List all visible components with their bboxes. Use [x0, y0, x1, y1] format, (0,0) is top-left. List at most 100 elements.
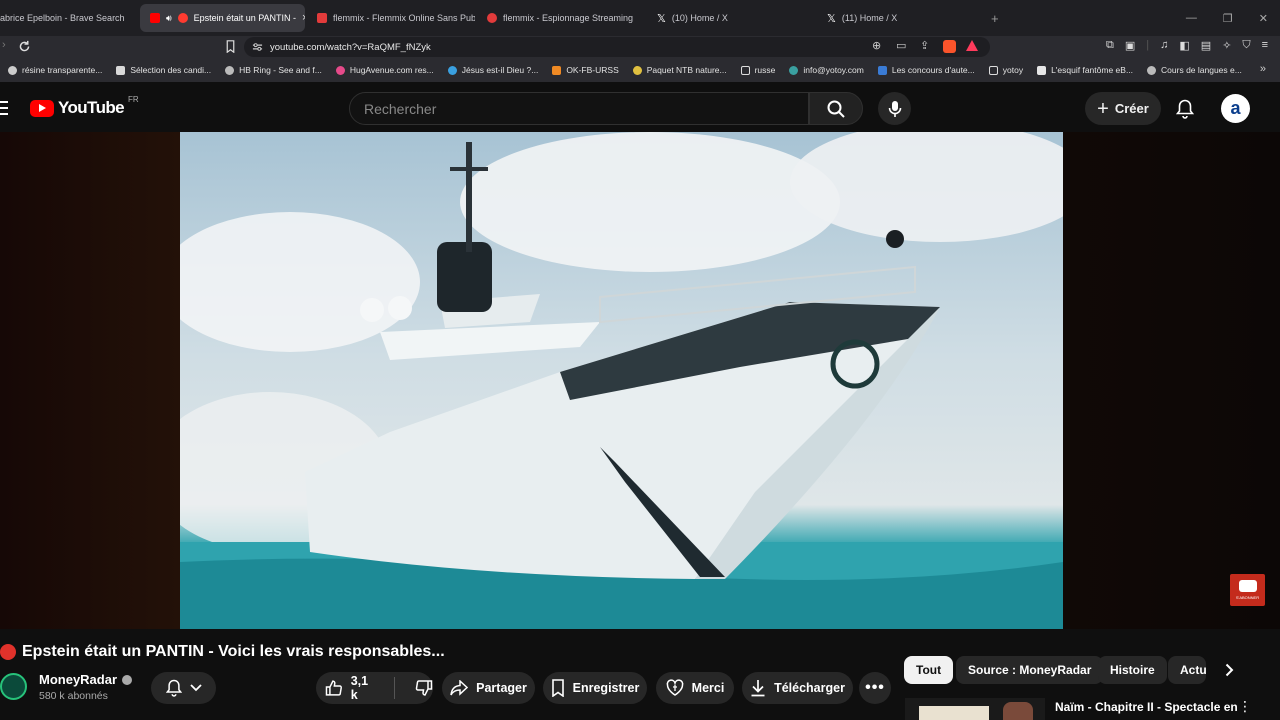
filter-chip-news[interactable]: Actu	[1168, 656, 1206, 684]
tab-brave-search[interactable]: abrice Epelboin - Brave Search	[0, 4, 138, 32]
subscribe-watermark[interactable]: S'ABONNER	[1230, 574, 1265, 606]
bookmark-label: Jésus est-il Dieu ?...	[461, 65, 539, 75]
brave-shields-icon[interactable]	[943, 40, 956, 53]
reader-icon[interactable]: ▣	[1125, 39, 1135, 52]
bookmark-item[interactable]: L'esquif fantôme eB...	[1037, 65, 1133, 75]
tab-x-home-10[interactable]: 𝕏 (10) Home / X	[647, 4, 815, 32]
vpn-icon[interactable]: ⛉	[1242, 39, 1250, 52]
like-button[interactable]: 3,1 k	[325, 674, 378, 702]
info-icon	[447, 65, 457, 75]
extensions-icon[interactable]: ⧉	[1106, 39, 1114, 52]
create-button[interactable]: + Créer	[1085, 92, 1161, 125]
navigation-bar: › youtube.com/watch?v=RaQMF_fNZyk ⊕ ▭ ⇪ …	[0, 36, 1280, 58]
bookmark-item[interactable]: info@yotoy.com	[789, 65, 864, 75]
filter-chip-history[interactable]: Histoire	[1098, 656, 1167, 684]
search-button[interactable]	[809, 92, 863, 125]
filter-chip-all[interactable]: Tout	[904, 656, 954, 684]
share-button[interactable]: Partager	[442, 672, 535, 704]
chip-label: Source : MoneyRadar	[968, 663, 1092, 677]
zoom-icon[interactable]: ⊕	[872, 39, 881, 52]
bookmark-item[interactable]: OK-FB-URSS	[552, 65, 619, 75]
globe-icon	[1147, 65, 1157, 75]
tab-label: flemmix - Espionnage Streaming	[503, 13, 634, 23]
cast-icon[interactable]: ▭	[896, 39, 906, 52]
more-actions-button[interactable]: •••	[859, 672, 891, 704]
hamburger-menu-icon[interactable]	[0, 101, 8, 115]
download-button[interactable]: Télécharger	[742, 672, 853, 704]
tab-flemmix-espionnage[interactable]: flemmix - Espionnage Streaming	[477, 4, 645, 32]
bookmark-item[interactable]: Paquet NTB nature...	[632, 65, 727, 75]
site-settings-icon[interactable]	[252, 42, 263, 52]
close-tab-icon[interactable]: ×	[302, 12, 305, 24]
thumbs-up-icon	[325, 680, 342, 696]
account-avatar[interactable]: a	[1221, 94, 1250, 123]
bookmark-label: HB Ring - See and f...	[239, 65, 322, 75]
channel-name[interactable]: MoneyRadar	[39, 672, 133, 687]
bookmark-item[interactable]: Jésus est-il Dieu ?...	[447, 65, 539, 75]
search-input[interactable]: Rechercher	[349, 92, 809, 125]
youtube-favicon-icon	[150, 13, 160, 23]
thanks-label: Merci	[691, 681, 725, 695]
bookmarks-bar: résine transparente... Sélection des can…	[0, 58, 1280, 82]
sidebar-icon[interactable]: ◧	[1179, 39, 1189, 52]
thumbnail-title-art	[919, 706, 989, 720]
close-window-icon[interactable]: ✕	[1259, 12, 1268, 25]
chips-next-button[interactable]	[1214, 656, 1244, 684]
bookmark-folder[interactable]: russe	[740, 65, 775, 75]
share-page-icon[interactable]: ⇪	[920, 39, 929, 52]
browser-menu-icon[interactable]: ≡	[1262, 39, 1268, 52]
subscription-bell-button[interactable]	[151, 672, 216, 704]
media-icon[interactable]: ♫	[1160, 39, 1168, 52]
youtube-logo[interactable]: YouTube FR	[30, 95, 139, 118]
tab-flemmix-online[interactable]: flemmix - Flemmix Online Sans Publi	[307, 4, 475, 32]
flemmix-favicon-icon	[317, 13, 327, 23]
image-icon	[877, 65, 887, 75]
bookmark-folder[interactable]: yotoy	[988, 65, 1023, 75]
minimize-icon[interactable]: —	[1186, 12, 1197, 24]
filter-chip-source[interactable]: Source : MoneyRadar	[956, 656, 1104, 684]
more-bookmarks-icon[interactable]: »	[1260, 63, 1266, 75]
leo-ai-icon[interactable]: ✧	[1222, 39, 1231, 52]
folder-icon	[740, 65, 750, 75]
recommended-video[interactable]: Naïm - Chapitre II - Spectacle en ⋮	[905, 696, 1280, 720]
video-player[interactable]	[0, 132, 1280, 629]
youtube-header: YouTube FR Rechercher + Créer a	[0, 84, 1280, 132]
recommendation-thumbnail[interactable]	[905, 698, 1045, 720]
notifications-button[interactable]	[1172, 96, 1198, 122]
bookmark-label: Cours de langues e...	[1161, 65, 1242, 75]
new-tab-icon[interactable]: +	[991, 11, 999, 26]
bookmark-item[interactable]: résine transparente...	[8, 65, 102, 75]
bookmark-item[interactable]: HB Ring - See and f...	[225, 65, 322, 75]
forward-icon[interactable]: ›	[2, 39, 6, 51]
wallet-icon[interactable]: ▤	[1201, 39, 1211, 52]
audio-playing-icon[interactable]: 🔊︎	[166, 13, 172, 24]
ebay-icon	[1037, 65, 1047, 75]
bookmark-item[interactable]: Les concours d'aute...	[877, 65, 975, 75]
video-frame[interactable]	[180, 132, 1063, 629]
bookmark-item[interactable]: Sélection des candi...	[116, 65, 211, 75]
channel-avatar[interactable]	[0, 673, 27, 700]
address-bar[interactable]: youtube.com/watch?v=RaQMF_fNZyk ⊕ ▭ ⇪	[244, 37, 990, 57]
bookmark-item[interactable]: Cours de langues e...	[1147, 65, 1242, 75]
bookmark-icon	[551, 679, 564, 697]
share-arrow-icon	[450, 680, 469, 696]
tab-label: (11) Home / X	[841, 13, 898, 23]
angry-face-emoji-icon	[0, 644, 16, 660]
dislike-button[interactable]	[415, 679, 433, 697]
thumbnail-face-art	[1003, 702, 1033, 720]
reload-icon[interactable]	[18, 40, 31, 53]
tab-x-home-11[interactable]: 𝕏 (11) Home / X	[817, 4, 985, 32]
watermark-label: S'ABONNER	[1235, 595, 1260, 600]
voice-search-button[interactable]	[878, 92, 911, 125]
brave-rewards-icon[interactable]	[966, 40, 978, 51]
separator-icon: |	[1146, 39, 1150, 51]
thanks-button[interactable]: Merci	[656, 672, 734, 704]
tab-youtube-video[interactable]: 🔊︎ Epstein était un PANTIN - ×	[140, 4, 305, 32]
bookmark-page-icon[interactable]	[225, 40, 236, 53]
more-vertical-icon[interactable]: ⋮	[1238, 698, 1252, 715]
bookmark-item[interactable]: HugAvenue.com res...	[335, 65, 434, 75]
search-placeholder: Rechercher	[364, 100, 437, 117]
bookmark-label: Les concours d'aute...	[891, 65, 975, 75]
save-button[interactable]: Enregistrer	[543, 672, 647, 704]
maximize-icon[interactable]: ❐	[1223, 12, 1233, 25]
